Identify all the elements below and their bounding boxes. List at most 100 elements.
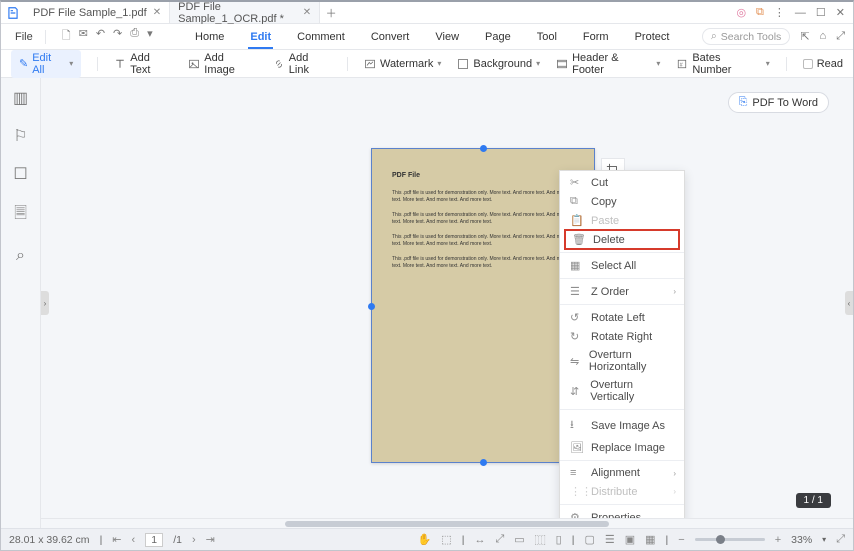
prev-page-icon[interactable]: ‹ [132, 534, 136, 546]
menu-select-all[interactable]: ▦Select All [560, 256, 684, 275]
menu-copy[interactable]: ⧉Copy [560, 192, 684, 211]
maximize-button[interactable]: ☐ [816, 6, 826, 19]
search-tools[interactable]: ⌕ Search Tools [702, 28, 790, 45]
redo-icon[interactable]: ↷ [113, 27, 122, 46]
chevron-down-icon: ▾ [656, 59, 660, 68]
tab-tool[interactable]: Tool [535, 31, 559, 43]
print-icon[interactable]: ⎙ [130, 27, 139, 46]
hand-tool-icon[interactable]: ✋ [418, 533, 432, 546]
zoom-out-icon[interactable]: − [678, 534, 684, 546]
close-tab-icon[interactable]: ✕ [303, 7, 311, 18]
menu-label: Select All [591, 260, 636, 272]
menu-label: Save Image As [591, 420, 665, 432]
chevron-right-icon: › [673, 469, 676, 478]
expand-icon[interactable]: ⤢ [836, 30, 845, 43]
watermark-icon [364, 58, 376, 70]
view-mode-icon[interactable]: ▭ [514, 533, 524, 546]
chevron-down-icon: ▾ [69, 59, 73, 68]
share-icon[interactable]: ⇱ [800, 30, 809, 43]
more-icon[interactable]: ⋮ [774, 6, 785, 19]
bates-icon: # [676, 58, 688, 70]
document-tab[interactable]: PDF File Sample_1.pdf ✕ [25, 2, 170, 23]
add-link-button[interactable]: Add Link [273, 52, 331, 76]
page-input[interactable]: 1 [145, 533, 163, 547]
last-page-icon[interactable]: ⇥ [206, 533, 215, 546]
qat-dropdown[interactable]: ▾ [147, 27, 153, 46]
fullscreen-icon[interactable]: ⤢ [836, 533, 845, 546]
menu-alignment[interactable]: ≡Alignment› [560, 464, 684, 482]
menu-z-order[interactable]: ☰Z Order› [560, 282, 684, 301]
expand-left-handle[interactable]: › [41, 291, 49, 315]
page-indicator-badge: 1 / 1 [796, 493, 831, 508]
first-page-icon[interactable]: ⇤ [112, 533, 121, 546]
tab-protect[interactable]: Protect [633, 31, 672, 43]
text-icon [114, 58, 126, 70]
read-toggle[interactable]: Read [803, 58, 843, 70]
menu-rotate-left[interactable]: ↺Rotate Left [560, 308, 684, 327]
tab-convert[interactable]: Convert [369, 31, 412, 43]
cloud-icon[interactable]: ⌂ [820, 30, 827, 43]
page-para: This .pdf file is used for demonstration… [392, 190, 574, 205]
minimize-button[interactable]: — [795, 7, 806, 19]
search-panel-icon[interactable]: ⌕ [16, 247, 25, 265]
continuous-icon[interactable]: ☰ [605, 533, 615, 546]
view-mode-icon[interactable]: ⿲ [535, 532, 546, 548]
add-image-button[interactable]: Add Image [188, 52, 256, 76]
fit-width-icon[interactable]: ↔ [474, 534, 485, 546]
fit-page-icon[interactable]: ⤢ [495, 533, 504, 546]
zoom-dropdown[interactable]: ▾ [822, 535, 826, 544]
external-icon[interactable]: ⧉ [756, 6, 764, 19]
two-page-icon[interactable]: ▣ [625, 533, 635, 546]
header-footer-button[interactable]: Header & Footer ▾ [556, 52, 660, 76]
tab-form[interactable]: Form [581, 31, 611, 43]
background-button[interactable]: Background ▾ [457, 58, 540, 70]
view-mode-icon[interactable]: ▯ [556, 533, 562, 546]
zoom-slider[interactable] [695, 538, 765, 541]
email-icon[interactable]: ✉ [79, 27, 88, 46]
menu-cut[interactable]: ✂Cut [560, 173, 684, 192]
new-tab-button[interactable]: ＋ [320, 2, 342, 23]
attachment-icon[interactable]: 🗏 [14, 202, 27, 229]
undo-icon[interactable]: ↶ [96, 27, 105, 46]
resize-handle-bottom[interactable] [480, 459, 487, 466]
tab-home[interactable]: Home [193, 31, 226, 43]
add-text-button[interactable]: Add Text [114, 52, 172, 76]
menu-overturn-horizontal[interactable]: ⇋Overturn Horizontally [560, 346, 684, 376]
thumbnails-icon[interactable]: ▥ [13, 88, 28, 108]
horizontal-scrollbar[interactable] [41, 518, 853, 528]
single-page-icon[interactable]: ▢ [584, 533, 594, 546]
tab-view[interactable]: View [433, 31, 461, 43]
resize-handle-left[interactable] [368, 303, 375, 310]
tab-comment[interactable]: Comment [295, 31, 347, 43]
watermark-button[interactable]: Watermark ▾ [364, 58, 441, 70]
add-image-label: Add Image [204, 52, 256, 76]
document-tab-active[interactable]: PDF File Sample_1_OCR.pdf * ✕ [170, 2, 320, 23]
comment-panel-icon[interactable]: ☐ [13, 164, 27, 184]
bates-number-button[interactable]: # Bates Number ▾ [676, 52, 769, 76]
menu-rotate-right[interactable]: ↻Rotate Right [560, 327, 684, 346]
menu-overturn-vertical[interactable]: ⇵Overturn Vertically [560, 376, 684, 406]
scrollbar-thumb[interactable] [285, 521, 610, 527]
tab-edit[interactable]: Edit [248, 31, 273, 49]
gift-icon[interactable]: ◎ [736, 6, 746, 19]
close-window-button[interactable]: ✕ [836, 6, 845, 19]
select-tool-icon[interactable]: ⬚ [441, 533, 451, 546]
left-panel: ▥ ⚐ ☐ 🗏 ⌕ [1, 78, 41, 528]
page-para: This .pdf file is used for demonstration… [392, 212, 574, 227]
tab-page[interactable]: Page [483, 31, 513, 43]
menu-save-image-as[interactable]: ⭳Save Image As [560, 413, 684, 438]
bookmark-icon[interactable]: ⚐ [13, 126, 27, 146]
file-menu[interactable]: File [9, 31, 39, 43]
resize-handle-top[interactable] [480, 145, 487, 152]
pdf-to-word-button[interactable]: ⎘ PDF To Word [728, 92, 829, 113]
layers-icon: ☰ [570, 285, 582, 298]
two-continuous-icon[interactable]: ▦ [645, 533, 655, 546]
zoom-in-icon[interactable]: + [775, 534, 781, 546]
next-page-icon[interactable]: › [192, 534, 196, 546]
edit-all-button[interactable]: ✎ Edit All ▾ [11, 50, 81, 78]
expand-right-handle[interactable]: ‹ [845, 291, 853, 315]
save-icon[interactable]: 🗋 [62, 27, 71, 46]
close-tab-icon[interactable]: ✕ [153, 7, 161, 18]
menu-replace-image[interactable]: 🖼Replace Image [560, 438, 684, 457]
menu-delete[interactable]: 🗑Delete [564, 229, 680, 250]
